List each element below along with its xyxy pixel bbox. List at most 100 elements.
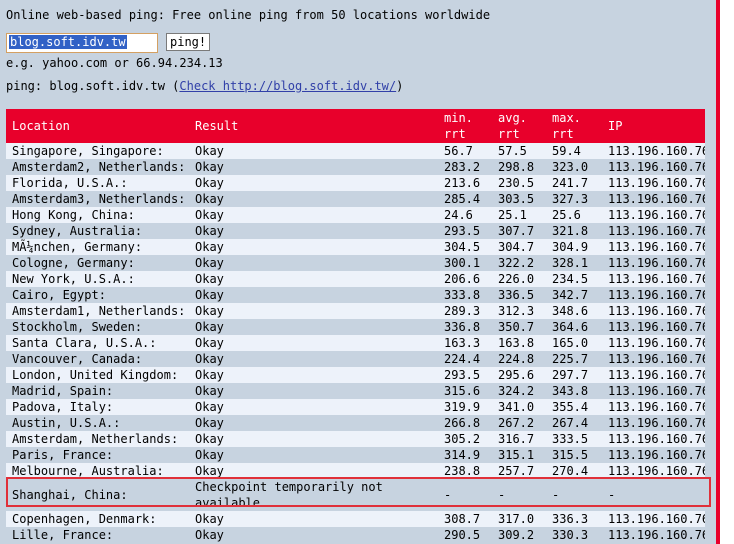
cell-result: Okay xyxy=(189,511,438,527)
cell-ip: 113.196.160.76 xyxy=(602,287,705,303)
cell-location: Copenhagen, Denmark: xyxy=(6,511,189,527)
cell-avg: 324.2 xyxy=(492,383,546,399)
cell-location: MÃ¼nchen, Germany: xyxy=(6,239,189,255)
cell-location: Amsterdam2, Netherlands: xyxy=(6,159,189,175)
table-row: Amsterdam2, Netherlands: Okay 283.2 298.8 32… xyxy=(6,159,705,175)
cell-min: 289.3 xyxy=(438,303,492,319)
cell-max: 267.4 xyxy=(546,415,602,431)
cell-max: 165.0 xyxy=(546,335,602,351)
cell-location: Vancouver, Canada: xyxy=(6,351,189,367)
table-row: Austin, U.S.A.: Okay 266.8 267.2 267.4 113.19… xyxy=(6,415,705,431)
table-row: MÃ¼nchen, Germany: Okay 304.5 304.7 304.9 113… xyxy=(6,239,705,255)
cell-avg: 57.5 xyxy=(492,143,546,159)
host-input-value[interactable]: blog.soft.idv.tw xyxy=(9,35,127,49)
cell-min: 206.6 xyxy=(438,271,492,287)
cell-min: 315.6 xyxy=(438,383,492,399)
col-min: min. rrt xyxy=(438,109,492,143)
cell-max: 25.6 xyxy=(546,207,602,223)
cell-result: Okay xyxy=(189,143,438,159)
cell-location: Amsterdam1, Netherlands: xyxy=(6,303,189,319)
col-result: Result xyxy=(189,109,438,143)
cell-ip: 113.196.160.76 xyxy=(602,399,705,415)
cell-ip: 113.196.160.76 xyxy=(602,175,705,191)
cell-min: 285.4 xyxy=(438,191,492,207)
results-table: Location Result min. rrt avg. rrt max. rrt … xyxy=(6,109,705,543)
table-row: New York, U.S.A.: Okay 206.6 226.0 234.5 113.… xyxy=(6,271,705,287)
table-row: Stockholm, Sweden: Okay 336.8 350.7 364.6 113… xyxy=(6,319,705,335)
cell-result: Okay xyxy=(189,287,438,303)
table-row: Amsterdam3, Netherlands: Okay 285.4 303.5 32… xyxy=(6,191,705,207)
cell-ip: - xyxy=(602,479,705,511)
table-row: Shanghai, China: Checkpoint temporarily n… xyxy=(6,479,705,511)
cell-min: 293.5 xyxy=(438,367,492,383)
cell-result: Okay xyxy=(189,383,438,399)
cell-result: Okay xyxy=(189,447,438,463)
table-row: Madrid, Spain: Okay 315.6 324.2 343.8 113.196… xyxy=(6,383,705,399)
cell-result: Okay xyxy=(189,415,438,431)
cell-location: Lille, France: xyxy=(6,527,189,543)
cell-result: Okay xyxy=(189,399,438,415)
host-input[interactable]: blog.soft.idv.tw xyxy=(6,33,158,53)
window-edge xyxy=(716,0,734,544)
col-location: Location xyxy=(6,109,189,143)
check-link[interactable]: Check http://blog.soft.idv.tw/ xyxy=(179,79,396,93)
cell-max: 321.8 xyxy=(546,223,602,239)
cell-location: New York, U.S.A.: xyxy=(6,271,189,287)
ping-button[interactable]: ping! xyxy=(166,33,211,51)
cell-ip: 113.196.160.76 xyxy=(602,255,705,271)
cell-location: Shanghai, China: xyxy=(6,479,189,511)
table-row: Copenhagen, Denmark: Okay 308.7 317.0 336.3 1… xyxy=(6,511,705,527)
cell-ip: 113.196.160.76 xyxy=(602,143,705,159)
cell-avg: 224.8 xyxy=(492,351,546,367)
cell-location: Sydney, Australia: xyxy=(6,223,189,239)
cell-max: 327.3 xyxy=(546,191,602,207)
cell-avg: 336.5 xyxy=(492,287,546,303)
cell-avg: 163.8 xyxy=(492,335,546,351)
cell-max: 323.0 xyxy=(546,159,602,175)
cell-ip: 113.196.160.76 xyxy=(602,527,705,543)
cell-location: Melbourne, Australia: xyxy=(6,463,189,479)
table-row: Florida, U.S.A.: Okay 213.6 230.5 241.7 113.1… xyxy=(6,175,705,191)
cell-ip: 113.196.160.76 xyxy=(602,431,705,447)
results-body: Singapore, Singapore: Okay 56.7 57.5 59.4 113… xyxy=(6,143,705,543)
cell-avg: 303.5 xyxy=(492,191,546,207)
cell-result: Okay xyxy=(189,319,438,335)
cell-location: Amsterdam, Netherlands: xyxy=(6,431,189,447)
col-avg-line2: rrt xyxy=(498,127,520,141)
cell-avg: 341.0 xyxy=(492,399,546,415)
cell-location: Hong Kong, China: xyxy=(6,207,189,223)
cell-ip: 113.196.160.76 xyxy=(602,415,705,431)
cell-location: Amsterdam3, Netherlands: xyxy=(6,191,189,207)
cell-result: Okay xyxy=(189,207,438,223)
cell-location: London, United Kingdom: xyxy=(6,367,189,383)
cell-ip: 113.196.160.76 xyxy=(602,191,705,207)
cell-result: Okay xyxy=(189,175,438,191)
cell-max: 348.6 xyxy=(546,303,602,319)
cell-result: Okay xyxy=(189,223,438,239)
cell-min: 300.1 xyxy=(438,255,492,271)
cell-max: 241.7 xyxy=(546,175,602,191)
cell-ip: 113.196.160.76 xyxy=(602,511,705,527)
cell-avg: 25.1 xyxy=(492,207,546,223)
cell-result: Okay xyxy=(189,527,438,543)
table-row: Amsterdam, Netherlands: Okay 305.2 316.7 333… xyxy=(6,431,705,447)
table-header: Location Result min. rrt avg. rrt max. rrt … xyxy=(6,109,705,143)
cell-min: 305.2 xyxy=(438,431,492,447)
cell-ip: 113.196.160.76 xyxy=(602,303,705,319)
cell-max: 336.3 xyxy=(546,511,602,527)
cell-result: Okay xyxy=(189,335,438,351)
cell-max: 225.7 xyxy=(546,351,602,367)
table-row: Melbourne, Australia: Okay 238.8 257.7 270.4… xyxy=(6,463,705,479)
cell-max: 328.1 xyxy=(546,255,602,271)
cell-avg: 298.8 xyxy=(492,159,546,175)
cell-max: 304.9 xyxy=(546,239,602,255)
cell-min: 293.5 xyxy=(438,223,492,239)
window-edge-accent xyxy=(716,0,720,544)
cell-max: 270.4 xyxy=(546,463,602,479)
cell-result: Okay xyxy=(189,255,438,271)
ping-prefix: ping: blog.soft.idv.tw ( xyxy=(6,79,180,93)
cell-min: 24.6 xyxy=(438,207,492,223)
cell-min: 314.9 xyxy=(438,447,492,463)
cell-ip: 113.196.160.76 xyxy=(602,351,705,367)
table-row: Singapore, Singapore: Okay 56.7 57.5 59.4 113… xyxy=(6,143,705,159)
